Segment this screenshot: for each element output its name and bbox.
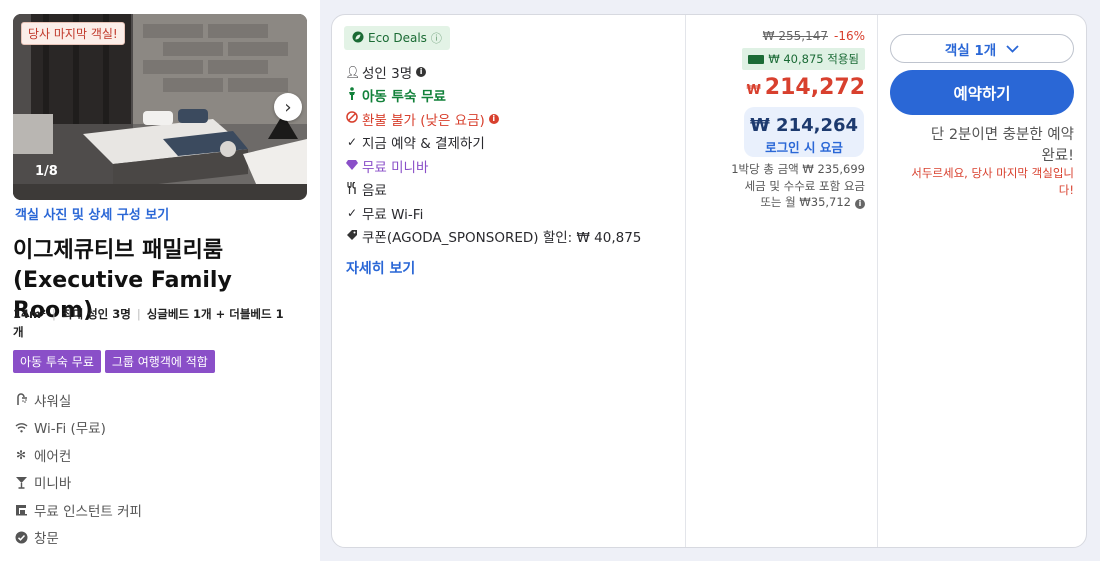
benefit-item: 아동 투숙 무료 — [345, 84, 641, 108]
shower-icon — [14, 393, 28, 407]
feature-item: 무료 인스턴트 커피 — [14, 496, 142, 524]
benefit-item: ✓ 무료 Wi-Fi — [345, 201, 641, 225]
coffee-maker-icon — [14, 503, 28, 517]
coupon-applied-badge: ₩ 40,875 적용됨 — [742, 48, 865, 70]
room-title-ko: 이그제큐티브 패밀리룸 — [13, 238, 224, 263]
discount-percent: -16% — [833, 29, 865, 43]
benefit-label: 아동 투숙 무료 — [362, 89, 446, 106]
benefit-item: 👤︎ 성인 3명 i — [345, 60, 641, 84]
photo-counter: 1/8 — [35, 164, 58, 179]
price-note: 세금 및 수수료 포함 요금 — [744, 178, 865, 193]
feature-label: 창문 — [34, 531, 59, 548]
benefit-item: ✓ 지금 예약 & 결제하기 — [345, 131, 641, 155]
child-icon — [345, 87, 359, 103]
room-meta: 14m² | 최대 성인 3명 | 싱글베드 1개 + 더블베드 1 개 — [13, 307, 284, 339]
chevron-down-icon — [1006, 41, 1019, 57]
book-button[interactable]: 예약하기 — [890, 70, 1074, 115]
benefit-item: 환불 불가 (낮은 요금) i — [345, 107, 641, 131]
feature-label: Wi-Fi (무료) — [34, 421, 106, 438]
feature-item: Wi-Fi (무료) — [14, 414, 142, 442]
price-notes: 1박당 총 금액 ₩ 235,699 세금 및 수수료 포함 요금 또는 월 ₩… — [731, 161, 865, 211]
login-price-value: ₩ 214,264 — [749, 115, 859, 136]
wifi-icon — [14, 420, 28, 434]
leaf-icon — [352, 31, 364, 46]
feature-label: 미니바 — [34, 476, 72, 493]
check-icon: ✓ — [346, 135, 358, 150]
currency-symbol: ₩ — [746, 83, 761, 98]
benefit-label: 무료 Wi-Fi — [362, 206, 424, 223]
benefit-label: 성인 3명 — [362, 65, 413, 82]
ticket-icon — [748, 54, 765, 64]
room-info-panel: 당사 마지막 객실! 1/8 › 객실 사진 및 상세 구성 보기 이그제큐티브… — [0, 0, 320, 561]
original-price-row: ₩ 255,147 -16% — [763, 29, 865, 43]
cocktail-icon — [14, 475, 28, 489]
feature-label: 샤워실 — [34, 393, 72, 410]
booking-urgency-text: 단 2분이면 충분한 예약 완료! — [930, 127, 1074, 164]
info-icon[interactable]: ⓘ — [431, 30, 442, 46]
column-divider — [685, 15, 686, 547]
utensils-icon — [345, 181, 359, 197]
final-price: ₩214,272 — [746, 75, 865, 100]
check-icon: ✓ — [346, 205, 358, 220]
room-beds-cont: 개 — [13, 325, 24, 339]
chevron-right-icon: › — [284, 96, 292, 118]
next-photo-button[interactable]: › — [274, 93, 302, 121]
room-beds: 싱글베드 1개 + 더블베드 1 — [146, 307, 284, 321]
info-icon[interactable]: i — [488, 113, 499, 124]
no-refund-icon — [345, 111, 359, 126]
eco-deals-label: Eco Deals — [368, 31, 427, 45]
info-icon[interactable]: i — [416, 66, 427, 77]
feature-label: 에어컨 — [34, 448, 72, 465]
price-note: 1박당 총 금액 ₩ 235,699 — [731, 162, 865, 176]
benefit-label: 환불 불가 (낮은 요금) — [362, 112, 485, 129]
more-details-link[interactable]: 자세히 보기 — [346, 258, 415, 278]
check-circle-icon — [14, 530, 28, 544]
gem-icon — [345, 159, 359, 173]
login-price-label: 로그인 시 요금 — [765, 140, 843, 155]
last-room-badge: 당사 마지막 객실! — [21, 22, 125, 45]
price-note-monthly: 또는 월 ₩35,712 i — [731, 194, 865, 211]
room-tag: 그룹 여행객에 적합 — [104, 350, 215, 373]
tag-icon — [345, 229, 359, 244]
original-price: ₩ 255,147 — [762, 29, 828, 43]
room-count-select[interactable]: 객실 1개 — [890, 34, 1074, 63]
column-divider — [877, 15, 878, 547]
benefit-label: 쿠폰(AGODA_SPONSORED) 할인: ₩ 40,875 — [362, 230, 642, 247]
feature-item: 샤워실 — [14, 386, 142, 414]
room-tag: 아동 투숙 무료 — [13, 350, 101, 373]
benefit-item: 음료 — [345, 178, 641, 202]
feature-item: 창문 — [14, 524, 142, 552]
price-amount: 214,272 — [764, 75, 865, 100]
room-tags: 아동 투숙 무료 그룹 여행객에 적합 — [13, 350, 215, 373]
feature-label: 무료 인스턴트 커피 — [34, 503, 142, 520]
room-offer-frame: 당사 마지막 객실! 1/8 › 객실 사진 및 상세 구성 보기 이그제큐티브… — [0, 0, 1100, 561]
last-room-warning: 서두르세요, 당사 마지막 객실입니 다! — [911, 166, 1074, 197]
room-photo[interactable]: 당사 마지막 객실! 1/8 › — [13, 14, 307, 200]
room-features-list: 샤워실 Wi-Fi (무료) ✻ 에어컨 미니바 무료 인스턴트 커피 창문 — [14, 386, 142, 551]
benefit-label: 음료 — [362, 183, 387, 200]
login-price-box[interactable]: ₩ 214,264 로그인 시 요금 — [744, 107, 864, 157]
benefit-label: 무료 미니바 — [362, 159, 429, 176]
feature-item: ✻ 에어컨 — [14, 441, 142, 469]
snowflake-icon: ✻ — [15, 447, 27, 462]
benefit-item: 쿠폰(AGODA_SPONSORED) 할인: ₩ 40,875 — [345, 225, 641, 249]
eco-deals-badge[interactable]: Eco Deals ⓘ — [344, 26, 450, 50]
offer-benefits-list: 👤︎ 성인 3명 i 아동 투숙 무료 환불 불가 (낮은 요금) i ✓ 지금… — [345, 60, 641, 248]
room-size: 14m² — [13, 307, 47, 321]
person-icon: 👤︎ — [345, 64, 361, 79]
room-occupancy: 최대 성인 3명 — [61, 307, 131, 321]
benefit-label: 지금 예약 & 결제하기 — [362, 136, 485, 153]
info-icon[interactable]: i — [855, 199, 865, 209]
benefit-item: 무료 미니바 — [345, 154, 641, 178]
feature-item: 미니바 — [14, 469, 142, 497]
room-photos-link[interactable]: 객실 사진 및 상세 구성 보기 — [15, 204, 169, 223]
coupon-applied-label: ₩ 40,875 적용됨 — [768, 52, 859, 66]
room-count-value: 객실 1개 — [944, 42, 997, 59]
